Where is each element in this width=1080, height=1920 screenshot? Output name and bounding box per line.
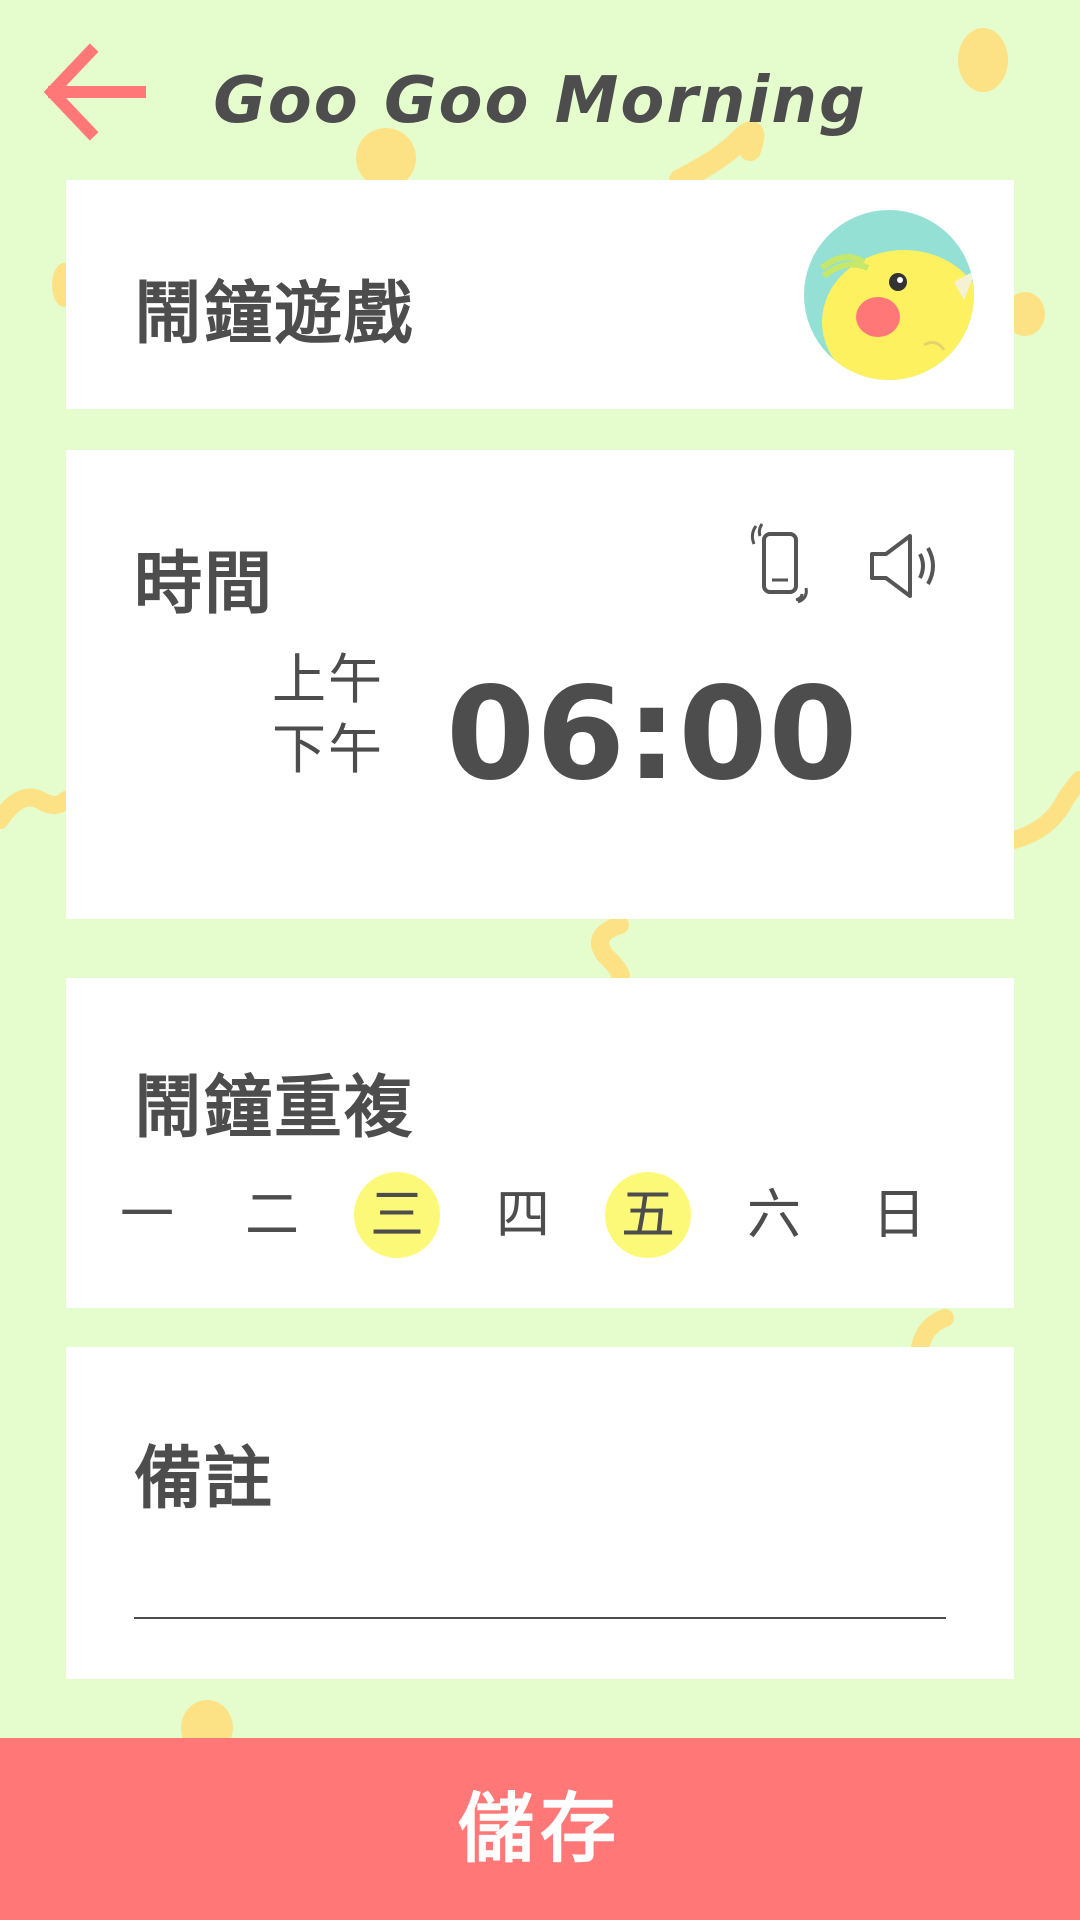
am-option[interactable]: 上午 [272, 645, 384, 715]
speaker-icon [870, 534, 935, 598]
day-thu[interactable]: 四 [480, 1172, 566, 1258]
top-bar: Goo Goo Morning [0, 0, 1080, 180]
day-mon[interactable]: 一 [104, 1172, 190, 1258]
day-sun[interactable]: 日 [856, 1172, 942, 1258]
time-value[interactable]: 06:00 [446, 660, 858, 810]
repeat-card: 鬧鐘重複 一 二 三 四 五 六 日 [66, 978, 1014, 1308]
day-tue[interactable]: 二 [229, 1172, 315, 1258]
note-input[interactable] [134, 1557, 946, 1619]
time-card: 時間 上午 下午 06:00 [66, 450, 1014, 919]
app-title: Goo Goo Morning [213, 64, 867, 138]
alarm-game-title: 鬧鐘遊戲 [134, 275, 415, 354]
note-card: 備註 [66, 1347, 1014, 1679]
day-fri[interactable]: 五 [605, 1172, 691, 1258]
day-sat[interactable]: 六 [731, 1172, 817, 1258]
sound-toggle[interactable] [866, 528, 946, 604]
repeat-title: 鬧鐘重複 [134, 1069, 415, 1148]
alarm-game-card[interactable]: 鬧鐘遊戲 [66, 180, 1014, 409]
bird-icon [804, 210, 974, 380]
bird-avatar[interactable] [804, 210, 974, 380]
vibrate-toggle[interactable] [746, 522, 830, 608]
am-pm-picker[interactable]: 上午 下午 [272, 645, 384, 785]
day-wed[interactable]: 三 [354, 1172, 440, 1258]
save-button[interactable]: 儲存 [0, 1738, 1080, 1920]
pm-option[interactable]: 下午 [272, 715, 384, 785]
note-title: 備註 [134, 1440, 275, 1519]
weekday-selector: 一 二 三 四 五 六 日 [104, 1172, 984, 1258]
time-title: 時間 [134, 545, 275, 624]
vibrate-phone-icon [750, 523, 808, 604]
